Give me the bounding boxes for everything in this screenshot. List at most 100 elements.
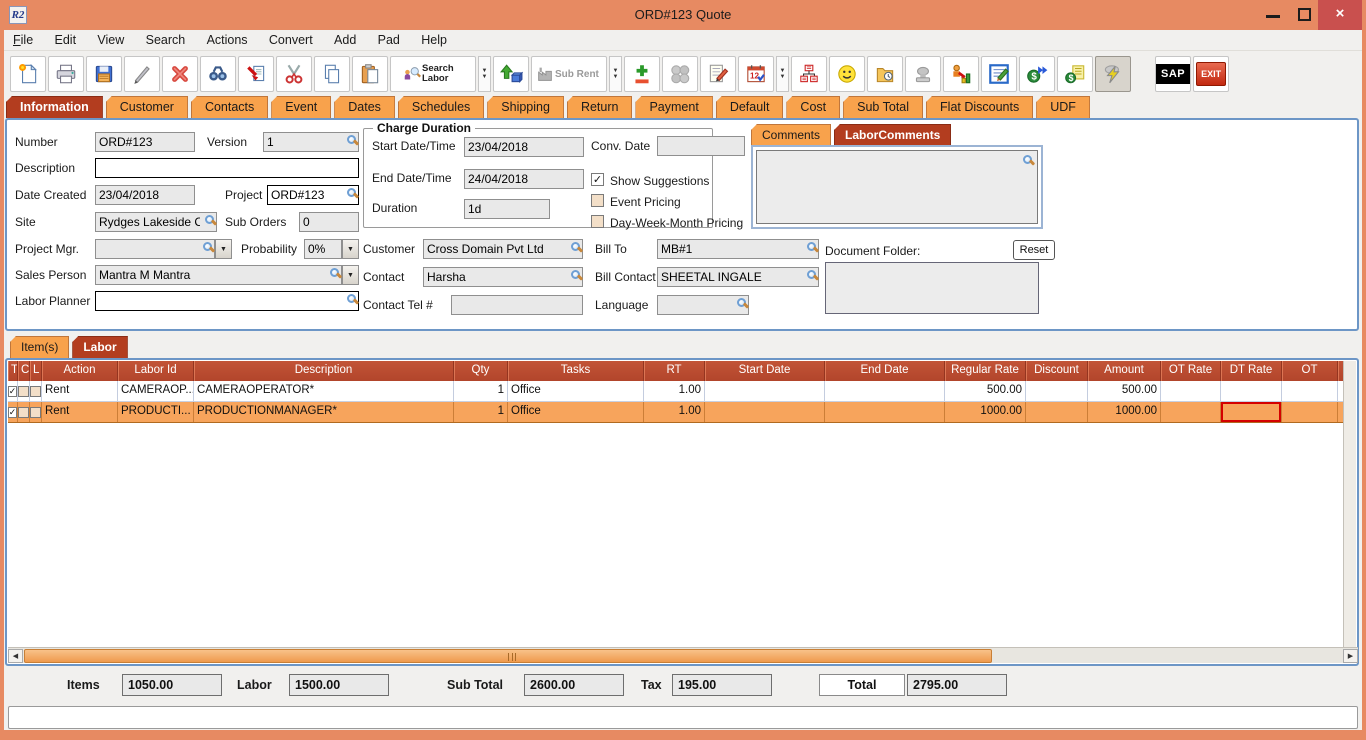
- row-l-checkbox[interactable]: ✓: [30, 386, 41, 397]
- tab-labor[interactable]: Labor: [72, 336, 127, 358]
- col-header-t[interactable]: T: [8, 361, 18, 381]
- col-header-description[interactable]: Description: [194, 361, 454, 381]
- new-document-button[interactable]: [10, 56, 46, 92]
- version-field[interactable]: [263, 132, 359, 152]
- cell-qty[interactable]: 1: [454, 381, 508, 401]
- menu-help[interactable]: Help: [412, 30, 456, 51]
- probability-field[interactable]: [304, 239, 342, 259]
- minimize-button[interactable]: [1258, 0, 1288, 30]
- cell-start-date[interactable]: [705, 381, 825, 401]
- row-t-checkbox[interactable]: ✓: [8, 386, 17, 397]
- menu-file[interactable]: File: [4, 30, 42, 51]
- tab-information[interactable]: Information: [6, 96, 103, 118]
- version-search-icon[interactable]: [347, 135, 356, 144]
- convert-shapes-button[interactable]: [493, 56, 529, 92]
- tab-shipping[interactable]: Shipping: [487, 96, 564, 118]
- menu-edit[interactable]: Edit: [46, 30, 86, 51]
- col-header-qty[interactable]: Qty: [454, 361, 508, 381]
- row-l-checkbox[interactable]: ✓: [30, 407, 41, 418]
- cell-ot-rate[interactable]: [1161, 381, 1221, 401]
- site-search-icon[interactable]: [205, 215, 214, 224]
- labor-comments-textarea[interactable]: [756, 150, 1038, 224]
- lightning-button[interactable]: [1095, 56, 1131, 92]
- cell-regular-rate[interactable]: 500.00: [945, 381, 1026, 401]
- labor-planner-field[interactable]: [95, 291, 359, 311]
- conv-date-field[interactable]: [657, 136, 745, 156]
- menu-actions[interactable]: Actions: [198, 30, 257, 51]
- col-header-tasks[interactable]: Tasks: [508, 361, 644, 381]
- sales-person-search-icon[interactable]: [330, 268, 339, 277]
- number-field[interactable]: [95, 132, 195, 152]
- notes-edit-button[interactable]: [981, 56, 1017, 92]
- cell-discount[interactable]: [1026, 381, 1088, 401]
- horizontal-scrollbar[interactable]: ◀ ▶: [8, 647, 1358, 663]
- col-header-end-date[interactable]: End Date: [825, 361, 945, 381]
- group-circles-button[interactable]: [662, 56, 698, 92]
- col-header-amount[interactable]: Amount: [1088, 361, 1161, 381]
- copy-button[interactable]: [314, 56, 350, 92]
- project-mgr-search-icon[interactable]: [203, 242, 212, 251]
- title-bar[interactable]: R2 ORD#123 Quote ×: [0, 0, 1366, 30]
- comments-search-icon[interactable]: [1023, 155, 1032, 164]
- delete-button[interactable]: [162, 56, 198, 92]
- description-field[interactable]: [95, 158, 359, 178]
- bill-to-search-icon[interactable]: [807, 242, 816, 251]
- site-field[interactable]: [95, 212, 217, 232]
- col-header-l[interactable]: L: [30, 361, 42, 381]
- tab-udf[interactable]: UDF: [1036, 96, 1090, 118]
- calendar-dropdown[interactable]: ▼▼: [776, 56, 789, 92]
- folder-clock-button[interactable]: [867, 56, 903, 92]
- cell-amount[interactable]: 500.00: [1088, 381, 1161, 401]
- scroll-left-arrow[interactable]: ◀: [8, 649, 23, 663]
- col-header-rt[interactable]: RT: [644, 361, 705, 381]
- project-mgr-field[interactable]: [95, 239, 215, 259]
- vertical-scrollbar[interactable]: [1343, 361, 1356, 647]
- menu-add[interactable]: Add: [325, 30, 365, 51]
- scroll-right-arrow[interactable]: ▶: [1343, 649, 1358, 663]
- col-header-ot[interactable]: OT: [1282, 361, 1338, 381]
- cell-dt-rate-focused[interactable]: [1221, 402, 1282, 422]
- duration-field[interactable]: [464, 199, 550, 219]
- show-suggestions-checkbox[interactable]: ✓: [591, 173, 604, 186]
- cell-end-date[interactable]: [825, 402, 945, 422]
- table-row-selected[interactable]: ✓ ✓ ✓ Rent PRODUCTI... PRODUCTIONMANAGER…: [8, 402, 1345, 423]
- project-mgr-dropdown[interactable]: ▼: [215, 239, 232, 259]
- stamp-button[interactable]: [905, 56, 941, 92]
- row-c-checkbox[interactable]: ✓: [18, 407, 29, 418]
- customer-search-icon[interactable]: [571, 242, 580, 251]
- date-created-field[interactable]: [95, 185, 195, 205]
- tab-contacts[interactable]: Contacts: [191, 96, 268, 118]
- dollar-notes-button[interactable]: $: [1057, 56, 1093, 92]
- smiley-button[interactable]: [829, 56, 865, 92]
- sub-rent-dropdown[interactable]: ▼▼: [609, 56, 622, 92]
- labor-transfer-button[interactable]: [943, 56, 979, 92]
- sales-person-dropdown[interactable]: ▼: [342, 265, 359, 285]
- menu-view[interactable]: View: [88, 30, 133, 51]
- cell-tasks[interactable]: Office: [508, 381, 644, 401]
- document-folder-box[interactable]: [825, 262, 1039, 314]
- tab-customer[interactable]: Customer: [106, 96, 188, 118]
- start-datetime-field[interactable]: [464, 137, 584, 157]
- menu-convert[interactable]: Convert: [260, 30, 322, 51]
- menu-search[interactable]: Search: [137, 30, 195, 51]
- cell-discount[interactable]: [1026, 402, 1088, 422]
- tab-flat-discounts[interactable]: Flat Discounts: [926, 96, 1033, 118]
- tab-payment[interactable]: Payment: [635, 96, 712, 118]
- maximize-button[interactable]: [1290, 0, 1318, 30]
- paste-button[interactable]: [352, 56, 388, 92]
- event-pricing-checkbox[interactable]: ✓: [591, 194, 604, 207]
- cell-action[interactable]: Rent: [42, 381, 118, 401]
- sub-orders-field[interactable]: [299, 212, 359, 232]
- cell-ot[interactable]: [1282, 381, 1338, 401]
- project-field[interactable]: [267, 185, 359, 205]
- col-header-discount[interactable]: Discount: [1026, 361, 1088, 381]
- cell-labor-id[interactable]: PRODUCTI...: [118, 402, 194, 422]
- sap-button[interactable]: SAP: [1155, 56, 1191, 92]
- copy-document-button[interactable]: [238, 56, 274, 92]
- calendar-button[interactable]: 12: [738, 56, 774, 92]
- tab-comments[interactable]: Comments: [751, 124, 831, 146]
- add-remove-button[interactable]: [624, 56, 660, 92]
- tab-cost[interactable]: Cost: [786, 96, 840, 118]
- bill-contact-field[interactable]: [657, 267, 819, 287]
- cell-amount[interactable]: 1000.00: [1088, 402, 1161, 422]
